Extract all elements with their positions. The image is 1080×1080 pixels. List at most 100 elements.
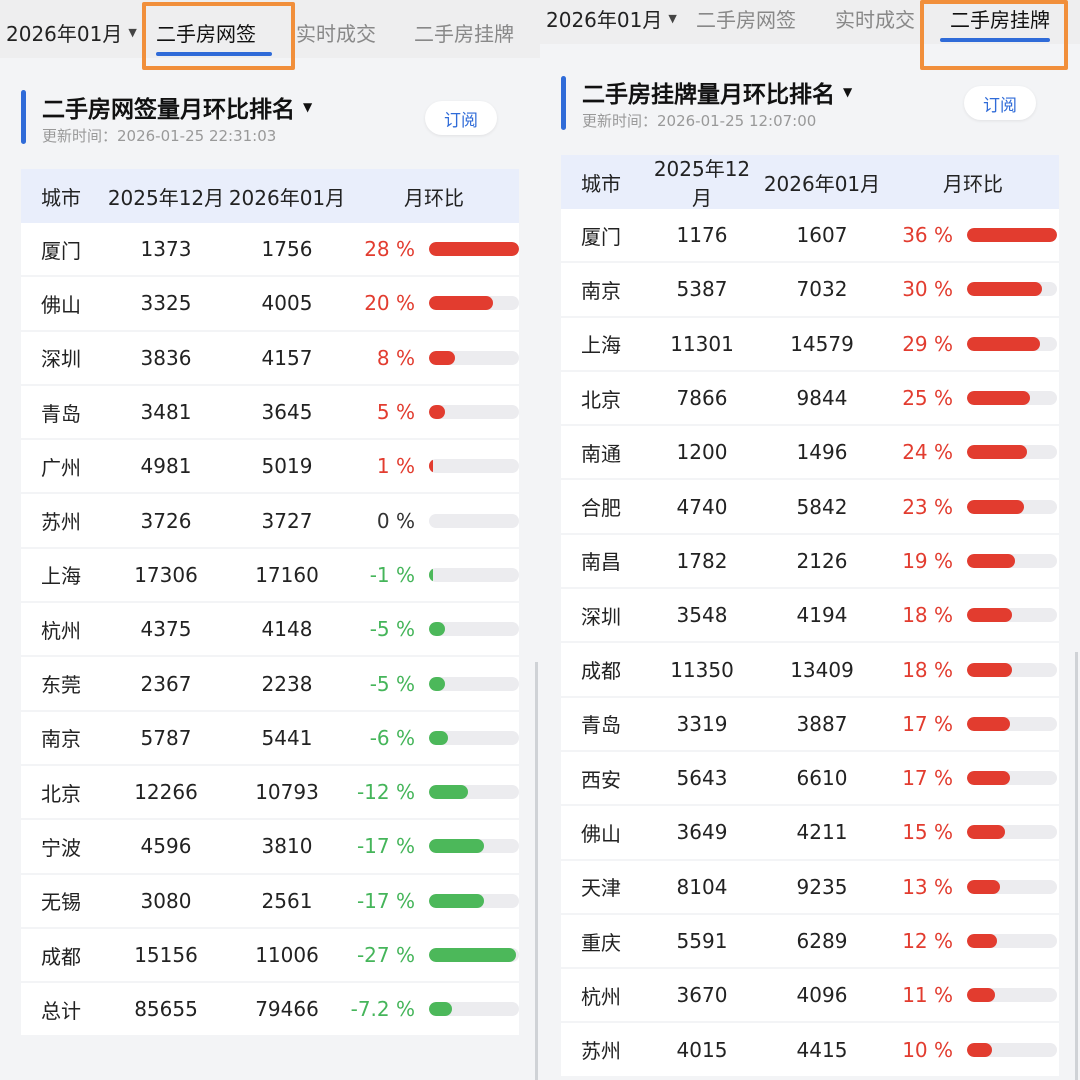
mom-bar-fill xyxy=(967,282,1042,297)
cell-city: 厦门 xyxy=(41,238,81,263)
mom-bar-fill xyxy=(967,934,997,948)
subscribe-button[interactable]: 订阅 xyxy=(964,86,1036,120)
table-body: 厦门 1373 1756 28 % 佛山 3325 4005 20 % 深圳 3836 4157 8 … xyxy=(21,223,519,1038)
cell-mom: -12 % xyxy=(356,780,415,805)
cell-mom: 28 % xyxy=(364,237,415,262)
table-row: 南京 5387 7032 30 % xyxy=(561,263,1059,318)
update-time: 更新时间：2026-01-25 22:31:03 xyxy=(42,127,277,145)
cell-mom: 23 % xyxy=(902,494,953,519)
column-header-prev: 2025年12月 xyxy=(107,185,225,210)
mom-bar-track xyxy=(429,785,519,800)
chevron-down-icon: ▼ xyxy=(128,26,137,39)
cell-mom: -5 % xyxy=(369,617,415,642)
scrollbar[interactable] xyxy=(1075,652,1078,1080)
column-header-city: 城市 xyxy=(581,171,621,196)
date-label: 2026年01月 xyxy=(6,22,123,46)
scrollbar[interactable] xyxy=(535,662,538,1080)
cell-cur: 9235 xyxy=(796,874,848,899)
cell-mom: 11 % xyxy=(902,983,953,1008)
mom-bar-track xyxy=(967,1042,1057,1057)
cell-prev: 11350 xyxy=(670,657,734,682)
cell-city: 青岛 xyxy=(581,713,621,738)
left-panel: 2026年01月 ▼ 二手房网签 实时成交 二手房挂牌 二手房网签量月环比排名 … xyxy=(0,0,540,1080)
cell-cur: 4005 xyxy=(261,291,313,316)
cell-city: 苏州 xyxy=(41,510,81,535)
cell-city: 宁波 xyxy=(41,835,81,860)
column-header-mom: 月环比 xyxy=(943,171,1003,196)
tab-online-sign[interactable]: 二手房网签 xyxy=(696,4,796,33)
page-title[interactable]: 二手房挂牌量月环比排名 ▼ xyxy=(582,75,852,109)
cell-city: 南昌 xyxy=(581,550,621,575)
cell-prev: 4981 xyxy=(140,454,192,479)
mom-bar-track xyxy=(429,567,519,582)
cell-city: 南京 xyxy=(41,727,81,752)
cell-mom: 17 % xyxy=(902,766,953,791)
cell-prev: 4596 xyxy=(140,834,192,859)
cell-mom: 19 % xyxy=(902,548,953,573)
mom-bar-fill xyxy=(967,825,1005,840)
mom-bar-fill xyxy=(967,662,1012,677)
tab-realtime-deals[interactable]: 实时成交 xyxy=(296,18,376,47)
tab-online-sign[interactable]: 二手房网签 xyxy=(156,18,256,47)
cell-mom: 18 % xyxy=(902,657,953,682)
mom-bar-fill xyxy=(429,242,519,257)
cell-mom: 0 % xyxy=(376,508,415,533)
cell-cur: 13409 xyxy=(790,657,854,682)
table-row: 无锡 3080 2561 -17 % xyxy=(21,874,519,929)
cell-prev: 4015 xyxy=(676,1037,728,1062)
table-row: 北京 12266 10793 -12 % xyxy=(21,765,519,821)
mom-bar-fill xyxy=(429,350,455,365)
cell-prev: 3726 xyxy=(140,508,192,533)
mom-bar-track xyxy=(967,988,1057,1003)
cell-prev: 12266 xyxy=(134,780,198,805)
cell-cur: 7032 xyxy=(796,277,848,302)
subscribe-button[interactable]: 订阅 xyxy=(425,101,497,135)
cell-city: 成都 xyxy=(581,659,621,684)
date-selector[interactable]: 2026年01月 ▼ xyxy=(546,4,677,33)
table-row: 佛山 3325 4005 20 % xyxy=(21,277,519,332)
cell-city: 合肥 xyxy=(581,496,621,521)
cell-prev: 3548 xyxy=(676,603,728,628)
tab-bar: 2026年01月 ▼ 二手房网签 实时成交 二手房挂牌 xyxy=(540,0,1080,70)
cell-prev: 4375 xyxy=(140,617,192,642)
table-row: 青岛 3319 3887 17 % xyxy=(561,697,1059,752)
tab-realtime-deals[interactable]: 实时成交 xyxy=(835,4,915,33)
mom-bar-track xyxy=(967,499,1057,514)
cell-mom: 30 % xyxy=(902,277,953,302)
date-selector[interactable]: 2026年01月 ▼ xyxy=(6,18,137,47)
mom-bar-fill xyxy=(429,296,493,311)
cell-city: 杭州 xyxy=(581,984,621,1009)
cell-prev: 1200 xyxy=(676,440,728,465)
table-header: 城市 2025年12月 2026年01月 月环比 xyxy=(21,169,519,223)
cell-prev: 17306 xyxy=(134,562,198,587)
cell-city: 杭州 xyxy=(41,618,81,643)
cell-city: 成都 xyxy=(41,944,81,969)
cell-city: 青岛 xyxy=(41,401,81,426)
mom-bar-fill xyxy=(429,405,445,420)
tab-listings[interactable]: 二手房挂牌 xyxy=(950,4,1050,33)
cell-prev: 1373 xyxy=(140,237,192,262)
cell-mom: -1 % xyxy=(369,562,415,587)
table-header: 城市 2025年12月 2026年01月 月环比 xyxy=(561,155,1059,210)
page-title[interactable]: 二手房网签量月环比排名 ▼ xyxy=(42,90,312,124)
cell-cur: 4096 xyxy=(796,983,848,1008)
mom-bar-fill xyxy=(967,336,1040,351)
mom-bar-track xyxy=(429,459,519,474)
mom-bar-track xyxy=(429,1002,519,1017)
table-row: 东莞 2367 2238 -5 % xyxy=(21,657,519,712)
cell-prev: 3649 xyxy=(676,820,728,845)
cell-prev: 7866 xyxy=(676,386,728,411)
table-row: 南京 5787 5441 -6 % xyxy=(21,711,519,766)
cell-mom: 8 % xyxy=(376,345,415,370)
table-row: 杭州 3670 4096 11 % xyxy=(561,969,1059,1024)
mom-bar-fill xyxy=(429,1002,452,1017)
table-row: 天津 8104 9235 13 % xyxy=(561,860,1059,915)
mom-bar-track xyxy=(429,405,519,420)
chevron-down-icon: ▼ xyxy=(303,100,313,114)
table-row: 上海 11301 14579 29 % xyxy=(561,317,1059,372)
cell-cur: 2561 xyxy=(261,888,313,913)
cell-prev: 5787 xyxy=(140,725,192,750)
tab-listings[interactable]: 二手房挂牌 xyxy=(414,18,514,47)
mom-bar-track xyxy=(429,948,519,962)
mom-bar-fill xyxy=(967,553,1015,568)
